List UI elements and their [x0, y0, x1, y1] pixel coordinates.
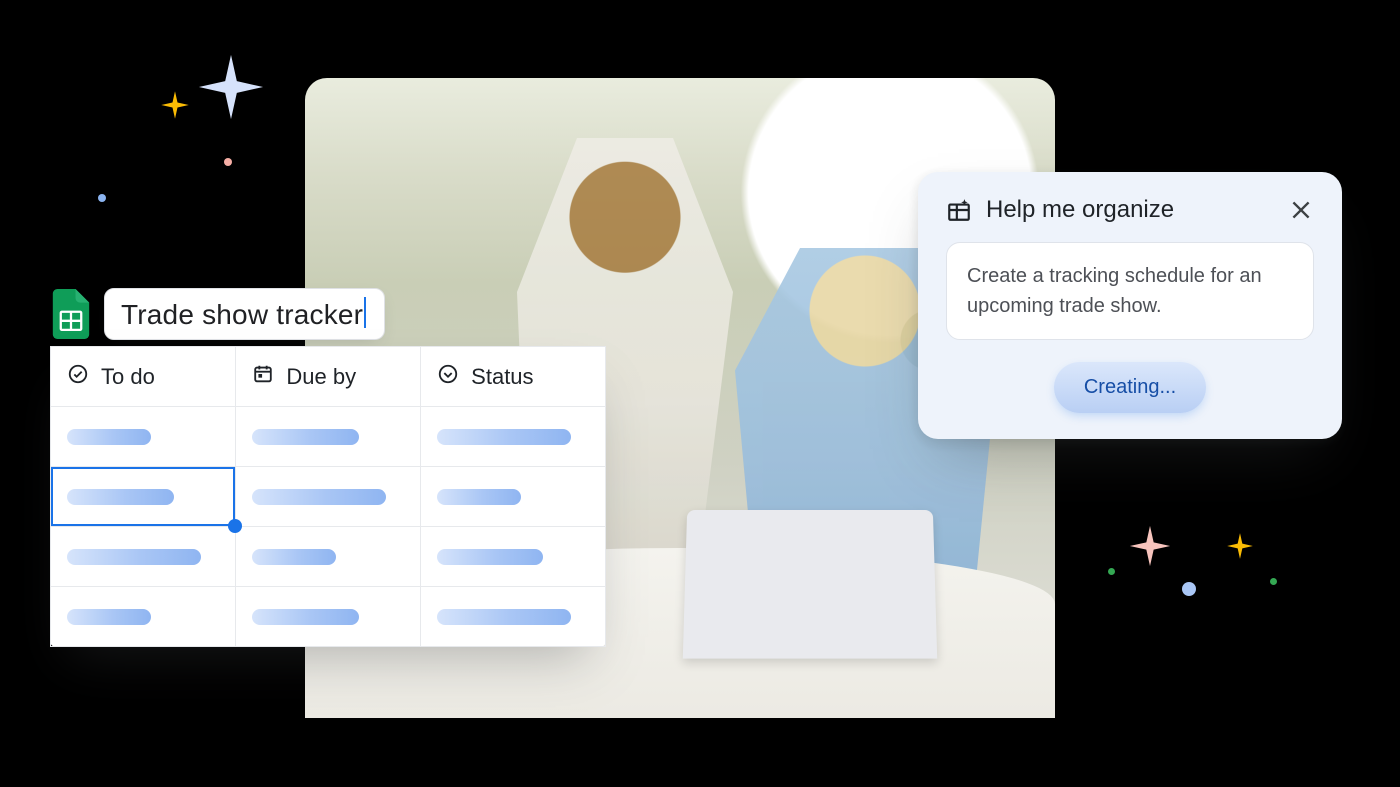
table-cell[interactable]	[236, 587, 421, 647]
text-caret	[364, 297, 366, 328]
calendar-icon	[252, 363, 274, 391]
panel-title: Help me organize	[986, 196, 1274, 224]
placeholder-bar	[437, 609, 571, 625]
check-circle-icon	[67, 363, 89, 391]
placeholder-bar	[67, 429, 151, 445]
laptop-prop	[683, 510, 937, 659]
column-header-dueby[interactable]: Due by	[236, 347, 421, 407]
table-sparkle-icon	[946, 197, 972, 223]
table-row	[51, 467, 606, 527]
table-row	[51, 407, 606, 467]
table-row	[51, 587, 606, 647]
table-cell[interactable]	[51, 587, 236, 647]
document-title-text: Trade show tracker	[121, 299, 363, 330]
table-cell[interactable]	[421, 407, 606, 467]
table-cell[interactable]	[421, 527, 606, 587]
placeholder-bar	[437, 549, 543, 565]
placeholder-bar	[252, 609, 358, 625]
prompt-text: Create a tracking schedule for an upcomi…	[967, 265, 1262, 317]
table-cell[interactable]	[421, 587, 606, 647]
sparkle-icon	[160, 90, 190, 120]
help-me-organize-panel: Help me organize Create a tracking sched…	[918, 172, 1342, 439]
table-cell[interactable]	[51, 407, 236, 467]
placeholder-bar	[252, 549, 335, 565]
create-button-label: Creating...	[1084, 376, 1176, 398]
table-cell[interactable]	[236, 467, 421, 527]
spreadsheet-table[interactable]: To do Due by S	[50, 346, 606, 647]
table-cell[interactable]	[51, 467, 236, 527]
placeholder-bar	[67, 489, 174, 505]
dot-decoration	[98, 194, 106, 202]
dot-decoration	[1270, 578, 1277, 585]
table-row	[51, 527, 606, 587]
placeholder-bar	[67, 609, 151, 625]
prompt-input[interactable]: Create a tracking schedule for an upcomi…	[946, 242, 1314, 340]
column-label: To do	[101, 364, 155, 390]
column-header-status[interactable]: Status	[421, 347, 606, 407]
placeholder-bar	[67, 549, 201, 565]
placeholder-bar	[252, 429, 358, 445]
table-cell[interactable]	[51, 527, 236, 587]
dot-decoration	[224, 158, 232, 166]
dot-decoration	[1182, 582, 1196, 596]
column-label: Status	[471, 364, 533, 390]
table-header-row: To do Due by S	[51, 347, 606, 407]
table-cell[interactable]	[236, 527, 421, 587]
placeholder-bar	[437, 429, 571, 445]
placeholder-bar	[437, 489, 521, 505]
chevron-circle-icon	[437, 363, 459, 391]
dot-decoration	[1108, 568, 1115, 575]
close-icon[interactable]	[1288, 197, 1314, 223]
sparkle-icon	[196, 52, 266, 122]
table-cell[interactable]	[421, 467, 606, 527]
document-title-input[interactable]: Trade show tracker	[104, 288, 385, 340]
create-button[interactable]: Creating...	[1054, 362, 1206, 413]
sheets-app-icon	[52, 289, 90, 339]
sparkle-icon	[1128, 524, 1172, 568]
table-cell[interactable]	[236, 407, 421, 467]
placeholder-bar	[252, 489, 386, 505]
column-label: Due by	[286, 364, 356, 390]
sparkle-icon	[1226, 532, 1254, 560]
column-header-todo[interactable]: To do	[51, 347, 236, 407]
